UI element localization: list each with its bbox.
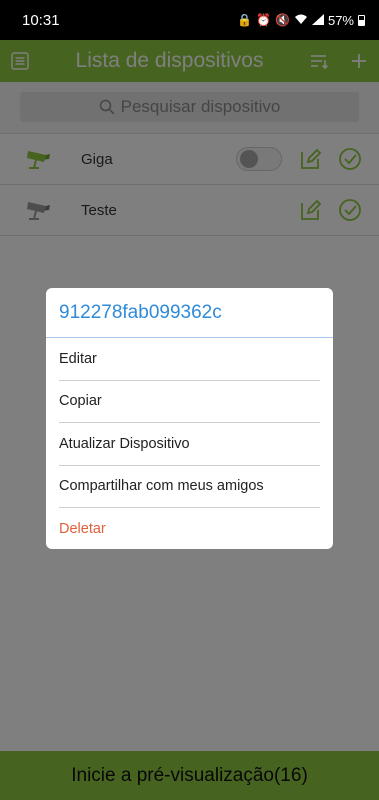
status-bar: 10:31 🔒 ⏰ 🔇 57% <box>0 0 379 40</box>
menu-item-update-device[interactable]: Atualizar Dispositivo <box>59 423 320 466</box>
battery-percent: 57% <box>327 12 354 28</box>
menu-item-copy[interactable]: Copiar <box>59 381 320 423</box>
signal-icon <box>311 13 324 27</box>
battery-icon <box>358 14 365 26</box>
lock-icon: 🔒 <box>237 13 253 27</box>
status-time: 10:31 <box>22 11 60 29</box>
alarm-icon: ⏰ <box>256 13 272 27</box>
status-icons: 🔒 ⏰ 🔇 57% <box>237 13 365 28</box>
menu-item-delete[interactable]: Deletar <box>59 508 320 549</box>
device-options-dialog: 912278fab099362c Editar Copiar Atualizar… <box>46 288 333 549</box>
menu-item-share[interactable]: Compartilhar com meus amigos <box>59 466 320 508</box>
wifi-icon <box>294 14 308 27</box>
dialog-title: 912278fab099362c <box>46 288 333 338</box>
mute-icon: 🔇 <box>275 13 290 27</box>
menu-item-edit[interactable]: Editar <box>59 338 320 381</box>
